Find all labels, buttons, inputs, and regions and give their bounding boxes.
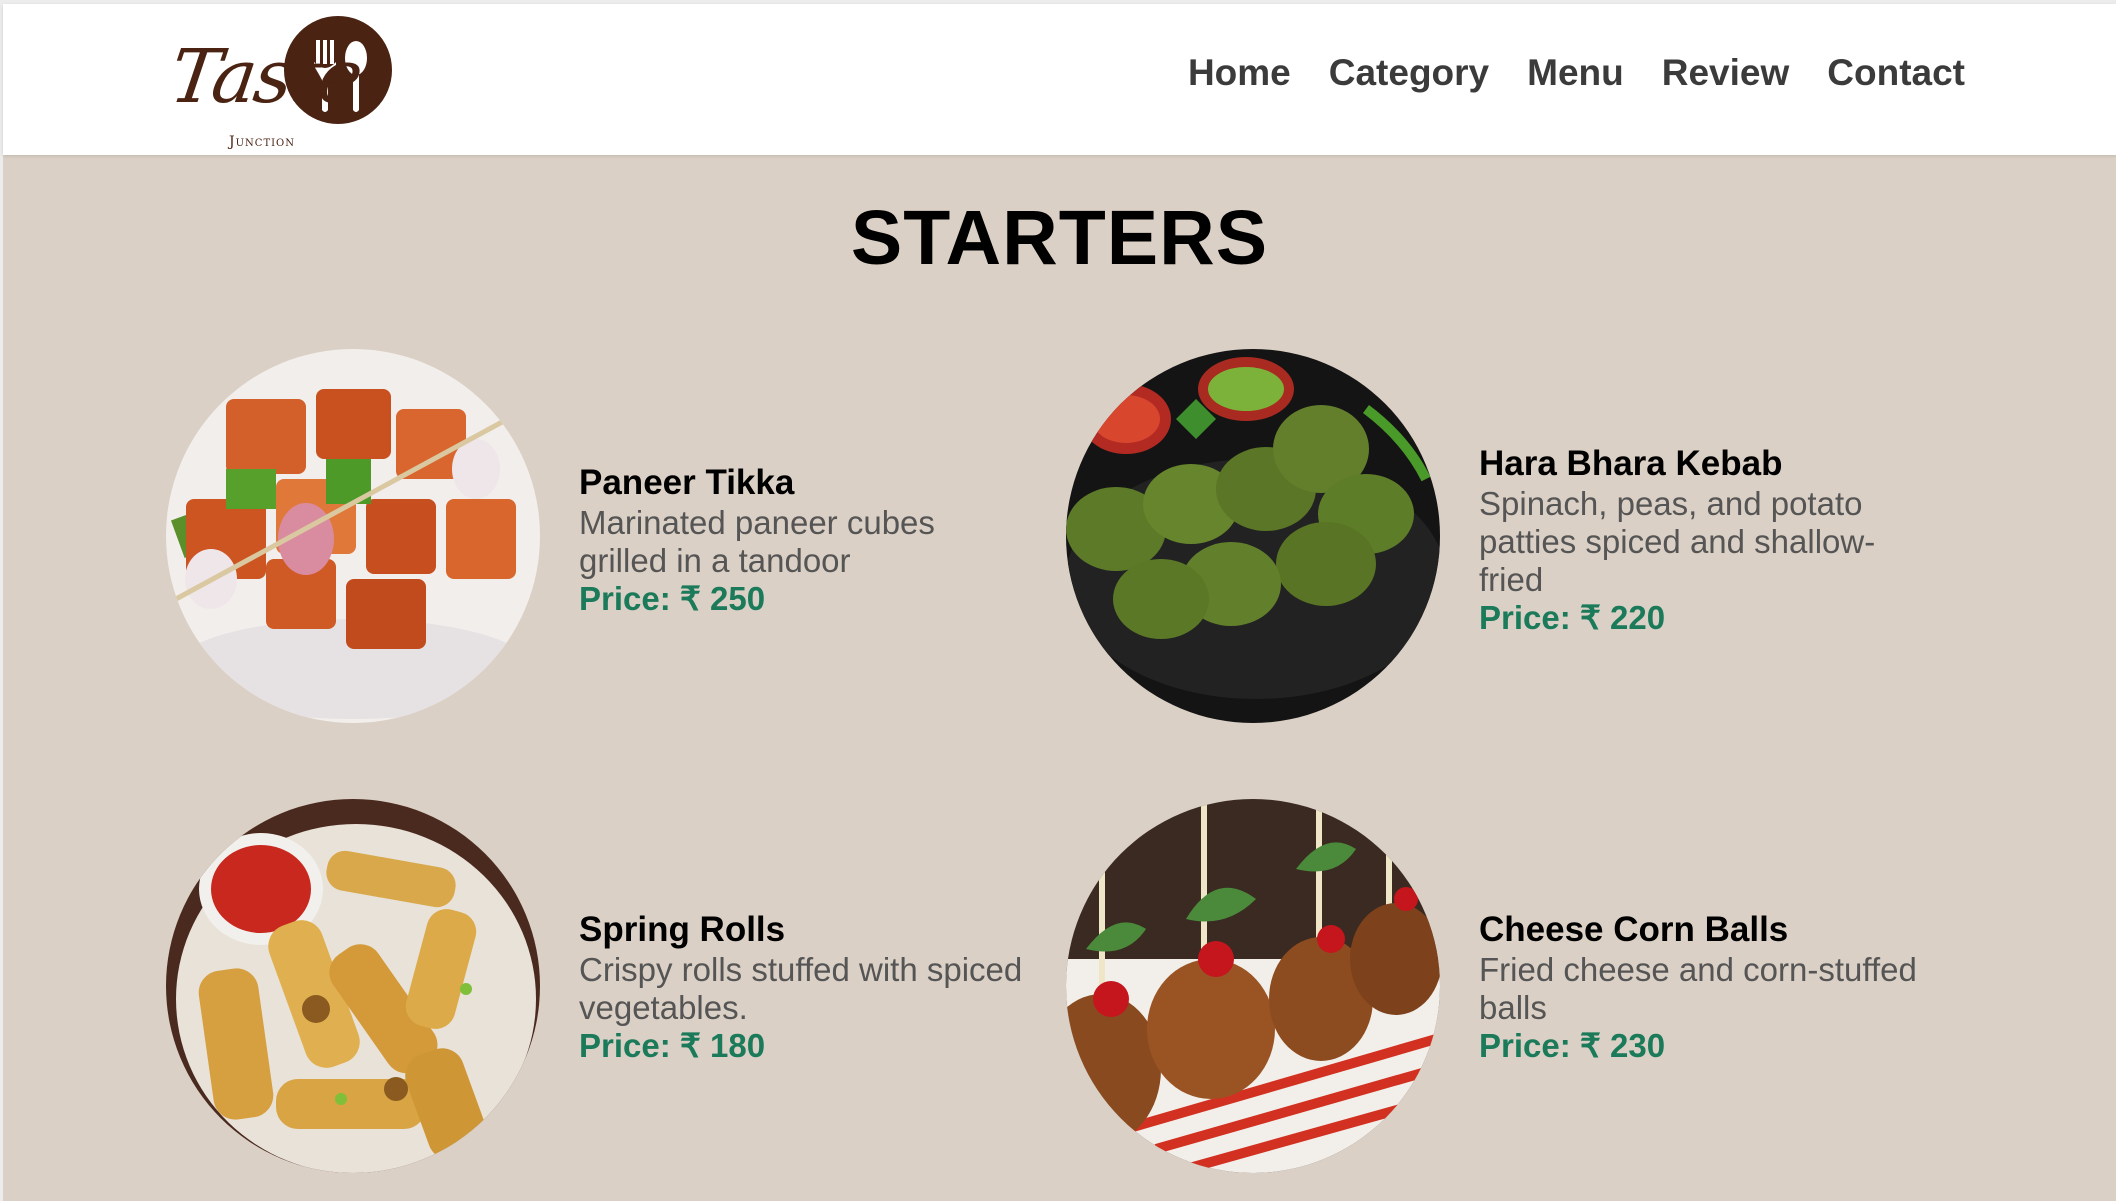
brand-logo[interactable]: Taste Junction (164, 10, 397, 154)
item-description: Crispy rolls stuffed with spiced vegetab… (579, 951, 1023, 1026)
spring-rolls-info: Spring Rolls Crispy rolls stuffed with s… (579, 911, 1039, 1065)
item-name: Paneer Tikka (579, 463, 795, 502)
nav-review[interactable]: Review (1662, 52, 1790, 94)
logo-wordmark: Taste (164, 34, 367, 120)
item-price: Price: ₹ 180 (579, 1027, 766, 1064)
nav-home[interactable]: Home (1188, 52, 1291, 94)
nav-menu[interactable]: Menu (1527, 52, 1624, 94)
site-header: Taste Junction Home Category Menu Review… (3, 4, 2116, 155)
nav-category[interactable]: Category (1329, 52, 1489, 94)
hara-bhara-kebab-info: Hara Bhara Kebab Spinach, peas, and pota… (1479, 445, 1919, 637)
item-name: Cheese Corn Balls (1479, 910, 1789, 949)
paneer-tikka-info: Paneer Tikka Marinated paneer cubes gril… (579, 464, 1019, 618)
nav-contact[interactable]: Contact (1827, 52, 1965, 94)
item-name: Spring Rolls (579, 910, 786, 949)
item-description: Marinated paneer cubes grilled in a tand… (579, 504, 935, 579)
item-description: Spinach, peas, and potato patties spiced… (1479, 485, 1876, 598)
logo-tagline: Junction (229, 134, 296, 150)
hara-bhara-kebab-photo (1066, 349, 1440, 723)
section-title: STARTERS (850, 195, 1269, 281)
item-price: Price: ₹ 220 (1479, 599, 1666, 636)
cheese-corn-balls-info: Cheese Corn Balls Fried cheese and corn-… (1479, 911, 1939, 1065)
page: Taste Junction Home Category Menu Review… (0, 0, 2116, 1201)
item-name: Hara Bhara Kebab (1479, 444, 1783, 483)
cheese-corn-balls-photo (1066, 799, 1440, 1173)
item-price: Price: ₹ 230 (1479, 1027, 1666, 1064)
main-nav: Home Category Menu Review Contact (1188, 52, 1965, 94)
paneer-tikka-photo (166, 349, 540, 723)
spring-rolls-photo (166, 799, 540, 1173)
item-description: Fried cheese and corn-stuffed balls (1479, 951, 1917, 1026)
item-price: Price: ₹ 250 (579, 580, 766, 617)
